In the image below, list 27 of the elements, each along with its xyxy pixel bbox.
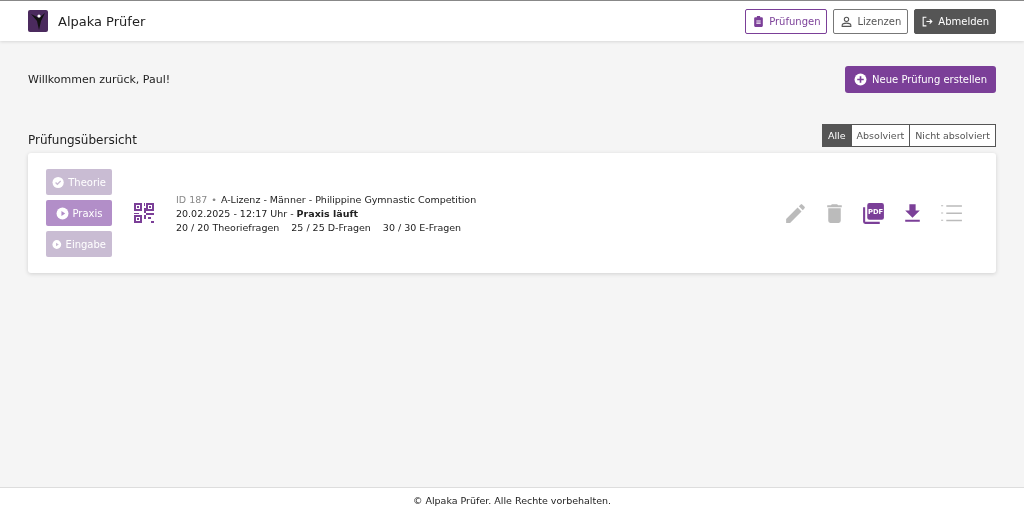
check-circle-icon [52, 175, 65, 189]
section-title: Prüfungsübersicht [28, 133, 137, 147]
filter-tab[interactable]: Alle [821, 124, 852, 147]
nav-button[interactable]: Lizenzen [833, 8, 909, 34]
logout-button[interactable]: Abmelden [914, 8, 996, 34]
play-circle-icon [55, 206, 69, 220]
logo-icon [28, 10, 48, 32]
question-count: 30 / 30 E-Fragen [382, 221, 462, 233]
create-exam-button[interactable]: Neue Prüfung erstellen [845, 66, 996, 93]
question-count: 25 / 25 D-Fragen [291, 221, 371, 233]
copyright-text: © Alpaka Prüfer. Alle Rechte vorbehalten. [412, 495, 612, 506]
logout-icon [921, 14, 935, 28]
qr-code-icon[interactable] [134, 203, 154, 223]
exam-id: ID 187 [176, 193, 208, 205]
plus-circle-icon [854, 73, 868, 86]
nav-button[interactable]: Prüfungen [745, 8, 828, 34]
bullet-separator: • [211, 193, 217, 205]
exam-title: A-Lizenz - Männer - Philippine Gymnastic Competition [220, 193, 477, 205]
app-name: Alpaka Prüfer [58, 13, 146, 29]
question-count: 20 / 20 Theoriefragen [176, 221, 280, 233]
clipboard-icon [752, 14, 766, 28]
filter-tab[interactable]: Absolviert [850, 124, 911, 147]
filter-tab[interactable]: Nicht absolviert [909, 124, 996, 147]
welcome-text: Willkommen zurück, Paul! [28, 73, 171, 86]
play-circle-icon [52, 237, 62, 251]
person-icon [840, 14, 854, 28]
exam-status: 20.02.2025 - 12:17 Uhr - Praxis läuft [176, 207, 360, 219]
